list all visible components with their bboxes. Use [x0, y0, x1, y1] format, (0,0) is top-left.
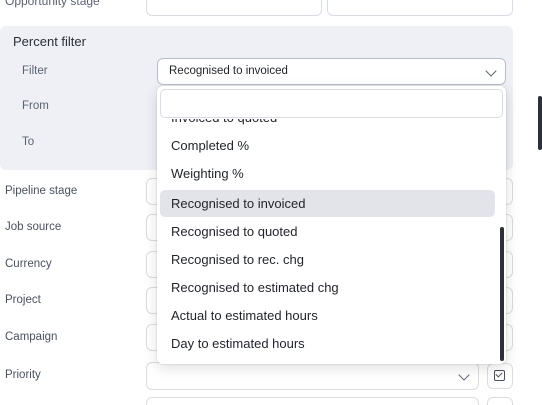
opportunity-stage-label: Opportunity stage — [5, 0, 100, 8]
project-label: Project — [5, 294, 41, 306]
campaign-label: Campaign — [5, 331, 58, 343]
dropdown-scrollbar[interactable] — [500, 227, 504, 361]
percent-filter-title: Percent filter — [13, 34, 86, 49]
filter-form: Opportunity stage Percent filter Filter … — [0, 0, 542, 405]
dropdown-option[interactable]: Completed % — [160, 132, 495, 159]
priority-select[interactable] — [146, 362, 479, 390]
dropdown-option-list: Invoiced to quoted Completed % Weighting… — [157, 119, 506, 364]
currency-label: Currency — [5, 258, 52, 270]
job-source-label: Job source — [5, 221, 62, 233]
dropdown-option-selected[interactable]: Recognised to invoiced — [160, 190, 495, 217]
percent-filter-value: Recognised to invoiced — [169, 65, 288, 77]
dropdown-option[interactable]: Day to estimated hours — [160, 330, 495, 357]
dropdown-option[interactable]: Recognised to rec. chg — [160, 246, 495, 273]
pipeline-stage-label: Pipeline stage — [5, 185, 78, 197]
dropdown-option[interactable]: Actual to estimated hours — [160, 302, 495, 329]
dropdown-option[interactable]: Recognised to quoted — [160, 218, 495, 245]
calendar-check-icon — [494, 370, 505, 381]
next-field-button[interactable] — [487, 397, 513, 405]
priority-calendar-button[interactable] — [487, 363, 513, 389]
percent-filter-select[interactable]: Recognised to invoiced — [157, 58, 506, 85]
opportunity-stage-field-left[interactable] — [146, 0, 322, 16]
chevron-down-icon — [458, 369, 470, 381]
opportunity-stage-field-right[interactable] — [327, 0, 513, 16]
dropdown-option[interactable]: Recognised to estimated chg — [160, 274, 495, 301]
dropdown-option[interactable]: Invoiced to quoted — [160, 119, 495, 131]
page-scrollbar[interactable] — [538, 96, 542, 150]
to-label: To — [22, 136, 35, 148]
dropdown-option[interactable]: Weighting % — [160, 160, 495, 187]
next-field[interactable] — [146, 397, 479, 405]
chevron-down-icon — [485, 65, 497, 77]
from-label: From — [22, 100, 49, 112]
filter-dropdown: Invoiced to quoted Completed % Weighting… — [157, 86, 506, 364]
priority-label: Priority — [5, 369, 41, 381]
filter-label: Filter — [22, 65, 48, 77]
dropdown-search-input[interactable] — [160, 89, 503, 118]
